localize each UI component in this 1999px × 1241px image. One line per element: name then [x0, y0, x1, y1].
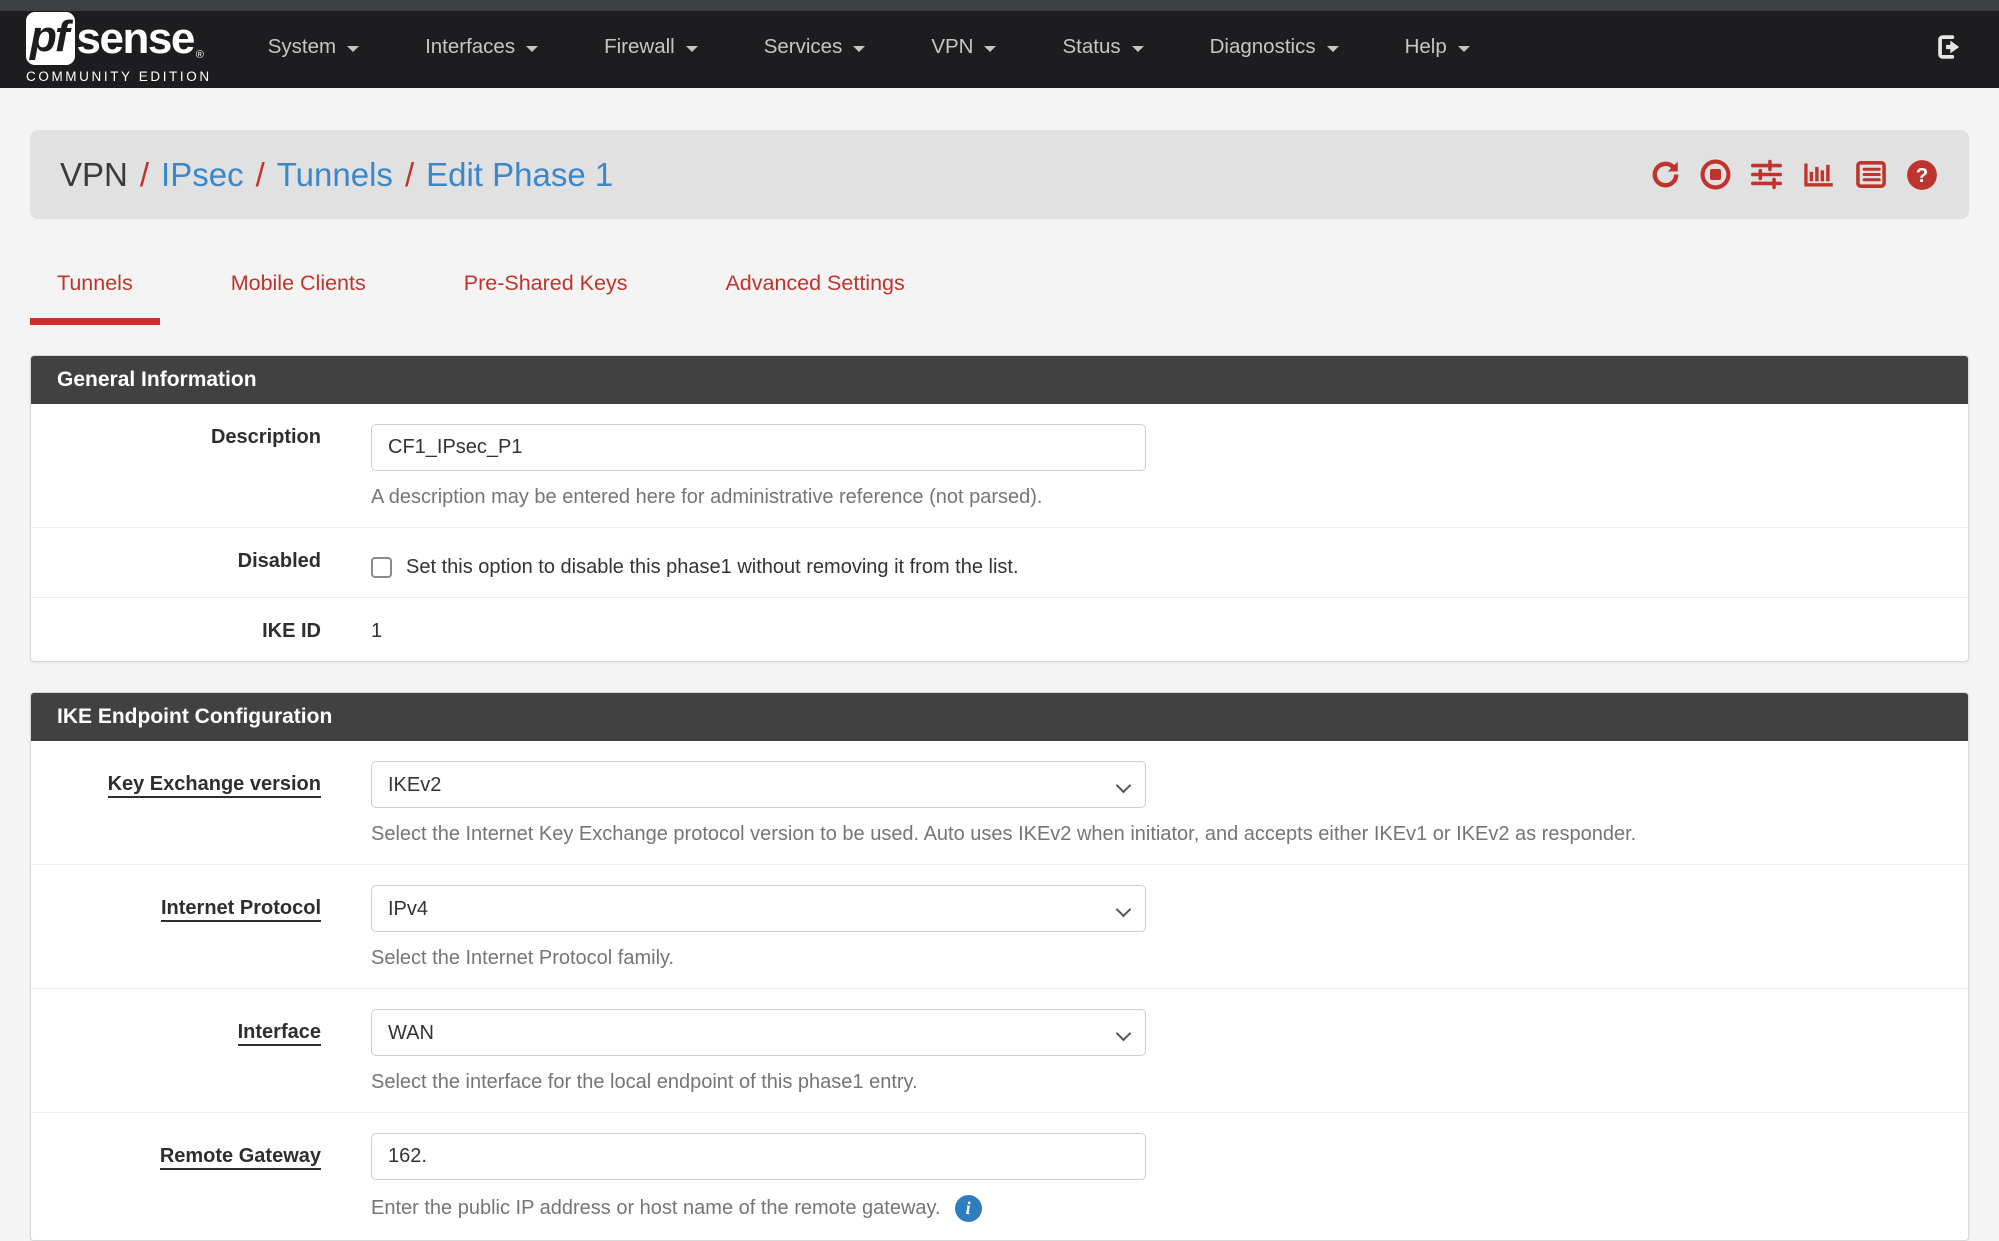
key-exchange-row: Key Exchange version IKEv2 Select the In… [31, 741, 1968, 865]
interface-row: Interface WAN Select the interface for t… [31, 989, 1968, 1113]
tab-advanced-settings[interactable]: Advanced Settings [698, 271, 931, 325]
sign-out-icon[interactable] [1933, 31, 1965, 63]
description-input[interactable] [371, 424, 1146, 471]
disabled-label: Disabled [31, 548, 371, 579]
general-information-panel: General Information Description A descri… [30, 355, 1969, 662]
svg-text:?: ? [1916, 164, 1929, 187]
menu-label: Firewall [604, 35, 675, 59]
menu-item-services[interactable]: Services [764, 35, 866, 59]
ike-id-label: IKE ID [31, 618, 371, 643]
list-icon[interactable] [1854, 158, 1888, 191]
remote-gateway-label: Remote Gateway [31, 1133, 371, 1222]
chevron-down-icon [1458, 46, 1470, 52]
ike-id-row: IKE ID 1 [31, 598, 1968, 661]
refresh-icon[interactable] [1649, 158, 1682, 191]
menu-item-help[interactable]: Help [1405, 35, 1470, 59]
tab-bar: Tunnels Mobile Clients Pre-Shared Keys A… [30, 271, 1969, 325]
chevron-down-icon [526, 46, 538, 52]
internet-protocol-row: Internet Protocol IPv4 Select the Intern… [31, 865, 1968, 989]
menu-label: Help [1405, 35, 1447, 59]
chevron-down-icon [1327, 46, 1339, 52]
chevron-down-icon [347, 46, 359, 52]
logo-subtitle: COMMUNITY EDITION [26, 69, 212, 84]
description-help: A description may be entered here for ad… [371, 486, 1942, 509]
tab-mobile-clients[interactable]: Mobile Clients [204, 271, 393, 325]
remote-gateway-help: Enter the public IP address or host name… [371, 1197, 941, 1220]
interface-select[interactable]: WAN [371, 1009, 1146, 1056]
menu-label: Interfaces [425, 35, 515, 59]
registered-mark: ® [196, 49, 204, 61]
breadcrumb-root: VPN [60, 156, 128, 194]
internet-protocol-help: Select the Internet Protocol family. [371, 947, 1942, 970]
menu-item-system[interactable]: System [268, 35, 359, 59]
menu-item-status[interactable]: Status [1062, 35, 1143, 59]
logo-pf-mark: pf [26, 12, 75, 65]
chevron-down-icon [984, 46, 996, 52]
bar-chart-icon[interactable] [1801, 158, 1837, 191]
sliders-icon[interactable] [1749, 158, 1784, 191]
breadcrumb-separator: / [256, 156, 265, 194]
disabled-checkbox-label: Set this option to disable this phase1 w… [406, 556, 1019, 579]
description-row: Description A description may be entered… [31, 404, 1968, 528]
breadcrumb-bar: VPN / IPsec / Tunnels / Edit Phase 1 [30, 130, 1969, 219]
menu-label: System [268, 35, 336, 59]
stop-circle-icon[interactable] [1699, 158, 1732, 191]
menu-item-firewall[interactable]: Firewall [604, 35, 698, 59]
tab-pre-shared-keys[interactable]: Pre-Shared Keys [437, 271, 655, 325]
remote-gateway-input[interactable] [371, 1133, 1146, 1180]
breadcrumb-current-page[interactable]: Edit Phase 1 [426, 156, 613, 194]
menu-item-diagnostics[interactable]: Diagnostics [1210, 35, 1339, 59]
chevron-down-icon [853, 46, 865, 52]
top-navbar: pf sense ® COMMUNITY EDITION System Inte… [0, 0, 1999, 88]
key-exchange-label: Key Exchange version [31, 761, 371, 846]
chevron-down-icon [686, 46, 698, 52]
ike-endpoint-panel: IKE Endpoint Configuration Key Exchange … [30, 692, 1969, 1241]
internet-protocol-label: Internet Protocol [31, 885, 371, 970]
menu-label: Services [764, 35, 843, 59]
remote-gateway-row: Remote Gateway Enter the public IP addre… [31, 1113, 1968, 1240]
section-title: IKE Endpoint Configuration [31, 693, 1968, 741]
menu-label: VPN [931, 35, 973, 59]
breadcrumb-link-ipsec[interactable]: IPsec [161, 156, 244, 194]
interface-help: Select the interface for the local endpo… [371, 1071, 1942, 1094]
disabled-checkbox[interactable] [371, 557, 392, 578]
menu-label: Status [1062, 35, 1120, 59]
internet-protocol-select[interactable]: IPv4 [371, 885, 1146, 932]
help-icon[interactable]: ? [1905, 158, 1939, 192]
chevron-down-icon [1132, 46, 1144, 52]
key-exchange-help: Select the Internet Key Exchange protoco… [371, 823, 1942, 846]
logo-sense-text: sense [77, 17, 194, 61]
disabled-row: Disabled Set this option to disable this… [31, 528, 1968, 598]
breadcrumb-separator: / [405, 156, 414, 194]
breadcrumb: VPN / IPsec / Tunnels / Edit Phase 1 [60, 156, 613, 194]
menu-label: Diagnostics [1210, 35, 1316, 59]
breadcrumb-separator: / [140, 156, 149, 194]
section-title: General Information [31, 356, 1968, 404]
menu-item-interfaces[interactable]: Interfaces [425, 35, 538, 59]
key-exchange-select[interactable]: IKEv2 [371, 761, 1146, 808]
breadcrumb-link-tunnels[interactable]: Tunnels [277, 156, 393, 194]
main-menu: System Interfaces Firewall Services VPN … [268, 35, 1536, 59]
info-icon[interactable]: i [955, 1195, 982, 1222]
menu-item-vpn[interactable]: VPN [931, 35, 996, 59]
page-action-icons: ? [1649, 158, 1939, 192]
tab-tunnels[interactable]: Tunnels [30, 271, 160, 325]
interface-label: Interface [31, 1009, 371, 1094]
description-label: Description [31, 424, 371, 509]
pfsense-logo[interactable]: pf sense ® COMMUNITY EDITION [26, 12, 212, 84]
ike-id-value: 1 [371, 618, 1942, 643]
